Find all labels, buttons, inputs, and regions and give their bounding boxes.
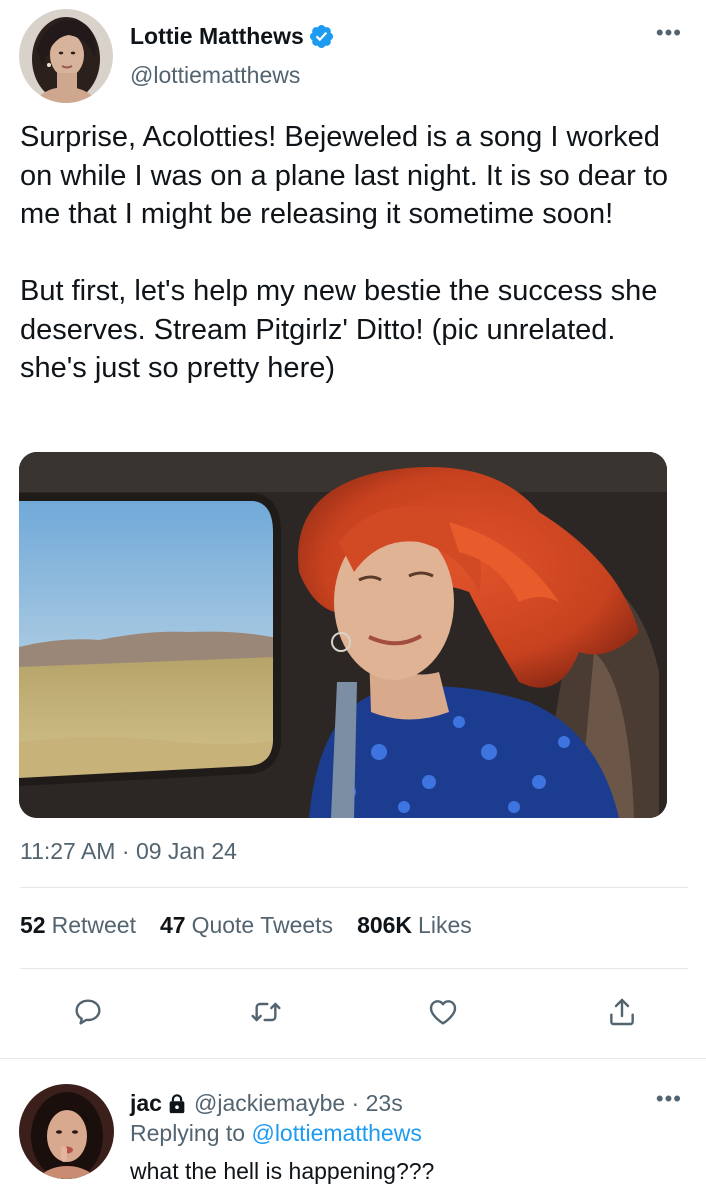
reply-more-options-button[interactable]: ••• xyxy=(656,1088,682,1110)
reply-display-name[interactable]: jac xyxy=(130,1090,162,1117)
retweets-label: Retweet xyxy=(51,912,136,938)
likes-stat[interactable]: 806K Likes xyxy=(357,912,472,939)
reply-time[interactable]: 23s xyxy=(366,1090,403,1117)
author-avatar[interactable] xyxy=(19,9,113,103)
reply-author-avatar[interactable] xyxy=(19,1084,114,1179)
replying-to-mention[interactable]: @lottiematthews xyxy=(251,1120,421,1146)
author-display-name[interactable]: Lottie Matthews xyxy=(130,23,304,50)
reply-button[interactable] xyxy=(66,990,110,1034)
timestamp-separator: · xyxy=(121,838,136,864)
divider xyxy=(20,887,688,888)
reply-tweet[interactable]: jac @jackiemaybe · 23s ••• Replying to @… xyxy=(0,1060,706,1200)
likes-label: Likes xyxy=(418,912,472,938)
retweets-count: 52 xyxy=(20,912,46,938)
verified-badge-icon xyxy=(309,24,333,48)
quotes-count: 47 xyxy=(159,912,186,938)
tweet-timestamp[interactable]: 11:27 AM · 09 Jan 24 xyxy=(20,838,237,865)
lock-icon xyxy=(169,1093,185,1113)
share-icon xyxy=(610,998,634,1026)
tweet-image xyxy=(19,452,667,818)
reply-header: jac @jackiemaybe · 23s xyxy=(130,1090,403,1117)
share-button[interactable] xyxy=(600,990,644,1034)
replying-to-prefix: Replying to xyxy=(130,1120,246,1146)
more-options-button[interactable]: ••• xyxy=(656,22,682,44)
quotes-label: Quote Tweets xyxy=(191,912,334,938)
profile-photo xyxy=(19,9,113,103)
more-horizontal-icon: ••• xyxy=(655,1086,682,1111)
main-tweet: Lottie Matthews @lottiematthews ••• Surp… xyxy=(0,0,706,1060)
like-button[interactable] xyxy=(421,990,465,1034)
tweet-actions xyxy=(0,990,706,1034)
comment-icon xyxy=(75,999,101,1025)
reply-text: what the hell is happening??? xyxy=(130,1158,435,1184)
heart-icon xyxy=(429,1000,457,1025)
retweet-icon xyxy=(251,1002,281,1022)
thread-divider xyxy=(0,1058,706,1059)
divider xyxy=(20,968,688,969)
author-name-row: Lottie Matthews xyxy=(130,20,335,52)
retweets-stat[interactable]: 52 Retweet xyxy=(20,912,136,939)
quotes-stat[interactable]: 47 Quote Tweets xyxy=(160,912,333,939)
replying-to: Replying to @lottiematthews xyxy=(130,1120,422,1147)
tweet-text: Surprise, Acolotties! Bejeweled is a son… xyxy=(20,121,669,384)
more-horizontal-icon: ••• xyxy=(655,20,682,45)
tweet-stats: 52 Retweet 47 Quote Tweets 806K Likes xyxy=(20,912,496,939)
tweet-photo[interactable] xyxy=(19,452,667,818)
retweet-button[interactable] xyxy=(244,990,288,1034)
reply-time-separator: · xyxy=(345,1090,366,1116)
tweet-date: 09 Jan 24 xyxy=(135,838,237,864)
author-handle[interactable]: @lottiematthews xyxy=(130,62,300,89)
likes-count: 806K xyxy=(357,912,413,938)
reply-handle[interactable]: @jackiemaybe xyxy=(194,1090,345,1117)
tweet-time: 11:27 AM xyxy=(20,838,116,864)
reply-profile-photo xyxy=(19,1084,114,1179)
